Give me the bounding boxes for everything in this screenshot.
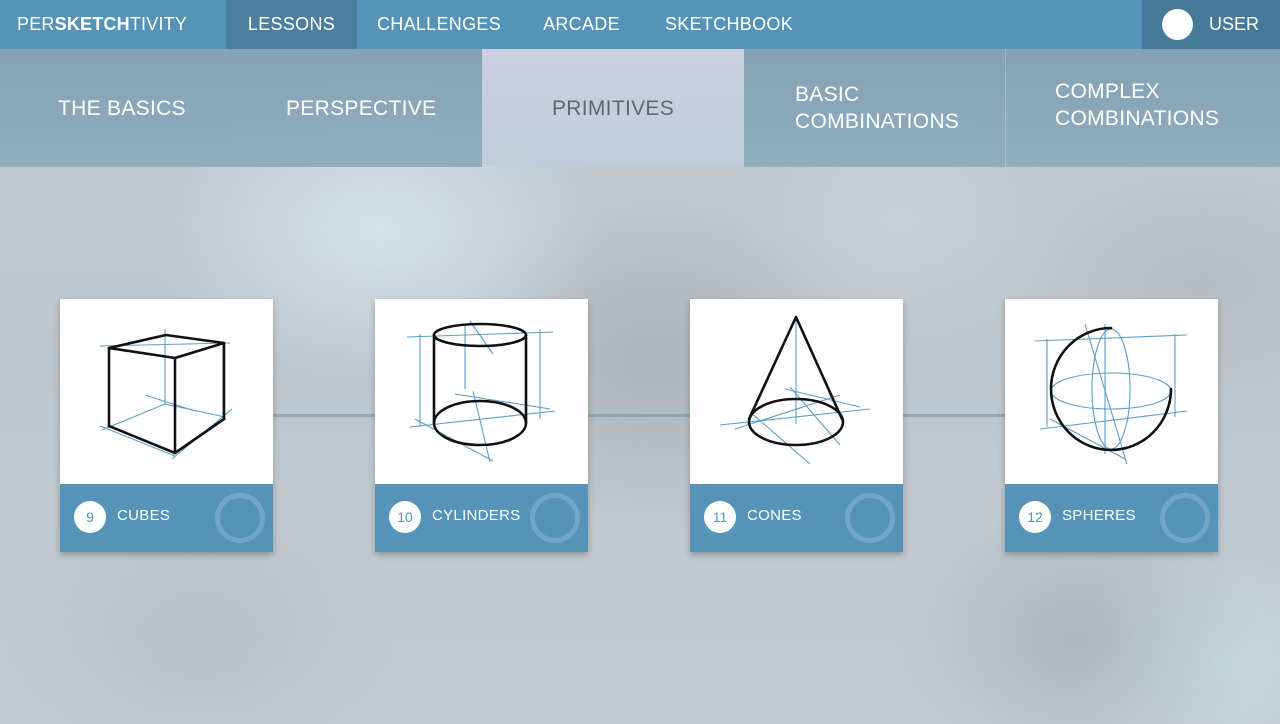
progress-ring-icon xyxy=(845,493,895,543)
lesson-connector xyxy=(273,414,375,417)
tab-label: PRIMITIVES xyxy=(551,96,675,120)
tab-label: COMPLEX COMBINATIONS xyxy=(1055,78,1219,132)
logo-suffix: TIVITY xyxy=(129,14,188,34)
cone-sketch-icon xyxy=(690,299,903,484)
lesson-card-cubes[interactable]: 9 CUBES xyxy=(60,299,273,552)
nav-arcade[interactable]: ARCADE xyxy=(521,0,642,49)
lesson-card-footer: 11 CONES xyxy=(690,484,903,552)
lesson-number-badge: 9 xyxy=(74,501,106,533)
lesson-number-badge: 10 xyxy=(389,501,421,533)
sphere-sketch-icon xyxy=(1005,299,1218,484)
lesson-card-footer: 10 CYLINDERS xyxy=(375,484,588,552)
top-nav-bar: PER SKETCH TIVITY LESSONS CHALLENGES ARCAD… xyxy=(0,0,1280,49)
cube-sketch-icon xyxy=(60,299,273,484)
tab-perspective[interactable]: PERSPECTIVE xyxy=(286,49,476,167)
lesson-card-cylinders[interactable]: 10 CYLINDERS xyxy=(375,299,588,552)
logo-prefix: PER xyxy=(17,14,55,34)
tab-label: THE BASICS xyxy=(58,96,186,120)
lesson-card-footer: 9 CUBES xyxy=(60,484,273,552)
tab-primitives[interactable]: PRIMITIVES xyxy=(482,49,744,167)
tab-the-basics[interactable]: THE BASICS xyxy=(58,49,248,167)
lesson-title: CUBES xyxy=(117,507,171,524)
nav-lessons[interactable]: LESSONS xyxy=(226,0,357,49)
tab-label-line2: COMBINATIONS xyxy=(1055,107,1220,130)
lesson-title: CYLINDERS xyxy=(432,507,521,524)
lesson-connector xyxy=(903,414,1005,417)
lesson-card-spheres[interactable]: 12 SPHERES xyxy=(1005,299,1218,552)
tab-complex-combinations[interactable]: COMPLEX COMBINATIONS xyxy=(1005,49,1280,167)
progress-ring-icon xyxy=(215,493,265,543)
progress-ring-icon xyxy=(530,493,580,543)
lesson-number-badge: 11 xyxy=(704,501,736,533)
tab-label-line1: BASIC xyxy=(795,83,860,106)
lesson-card-footer: 12 SPHERES xyxy=(1005,484,1218,552)
lesson-card-cones[interactable]: 11 CONES xyxy=(690,299,903,552)
lesson-title: SPHERES xyxy=(1062,507,1136,524)
lesson-connector xyxy=(588,414,690,417)
tab-label-line1: COMPLEX xyxy=(1055,80,1160,103)
app-logo[interactable]: PER SKETCH TIVITY xyxy=(0,0,226,49)
nav-challenges[interactable]: CHALLENGES xyxy=(357,0,521,49)
nav-sketchbook[interactable]: SKETCHBOOK xyxy=(642,0,816,49)
lesson-title: CONES xyxy=(747,507,802,524)
tab-label: BASIC COMBINATIONS xyxy=(795,81,959,135)
cylinder-sketch-icon xyxy=(375,299,588,484)
tab-label: PERSPECTIVE xyxy=(286,96,437,120)
avatar[interactable] xyxy=(1162,9,1193,40)
user-label: USER xyxy=(1209,14,1260,34)
lesson-category-tabs: THE BASICS PERSPECTIVE PRIMITIVES BASIC … xyxy=(0,49,1280,167)
tab-basic-combinations[interactable]: BASIC COMBINATIONS xyxy=(744,49,1005,167)
user-menu[interactable]: USER xyxy=(1142,0,1280,49)
logo-bold: SKETCH xyxy=(54,14,130,34)
tab-label-line2: COMBINATIONS xyxy=(795,110,960,133)
lesson-number-badge: 12 xyxy=(1019,501,1051,533)
progress-ring-icon xyxy=(1160,493,1210,543)
